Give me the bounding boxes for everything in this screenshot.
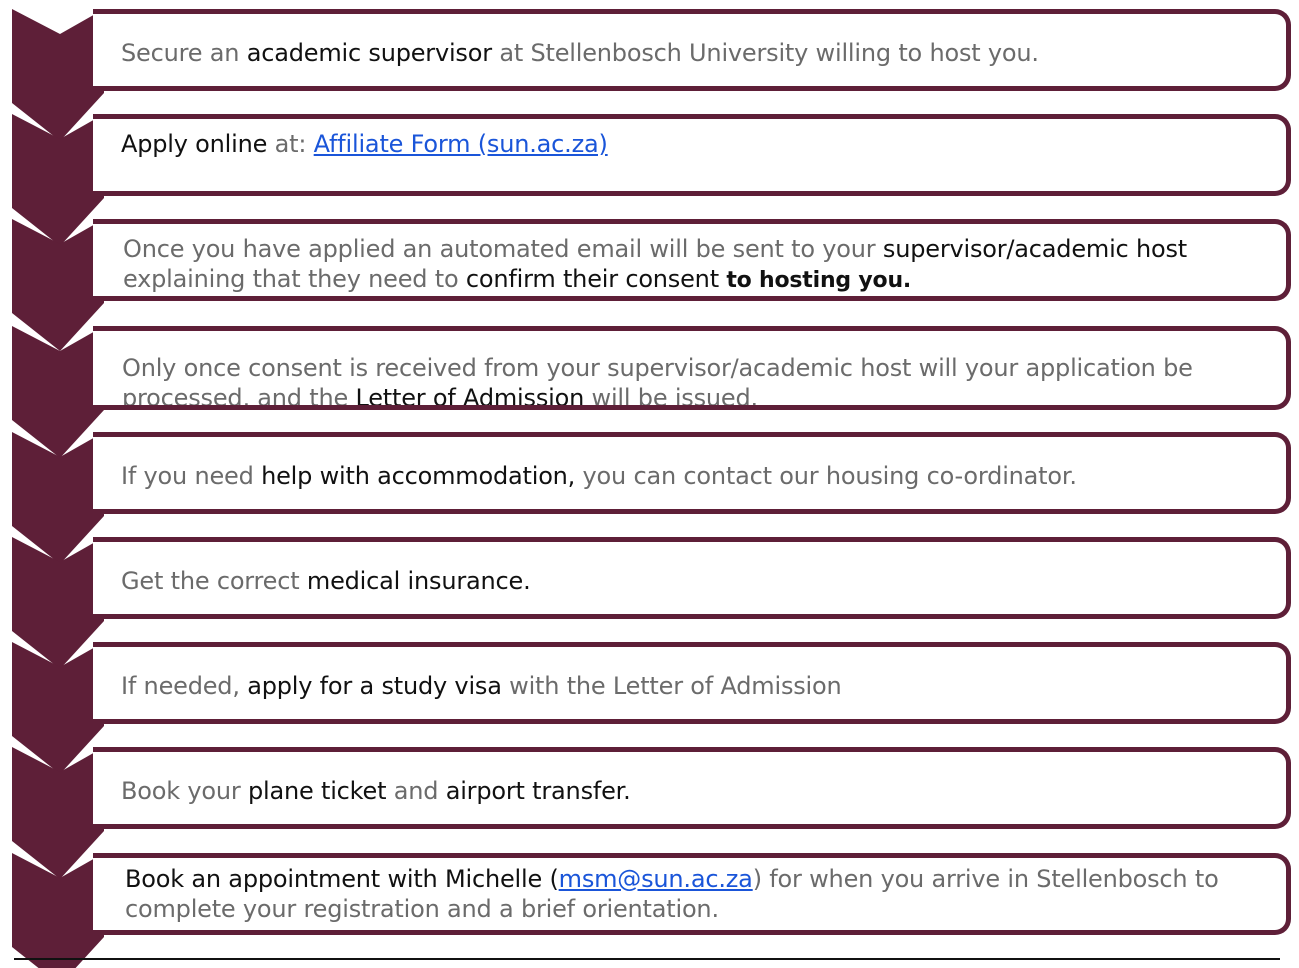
step-4-line-1: Only once consent is received from your … bbox=[122, 353, 1286, 383]
step-3-highlight: supervisor/academic host bbox=[882, 235, 1187, 263]
step-5-text: If you need help with accommodation, you… bbox=[121, 461, 1280, 491]
step-9-line-1: Book an appointment with Michelle (msm@s… bbox=[125, 864, 1280, 894]
step-8-highlight: plane ticket bbox=[247, 777, 387, 805]
step-5-text-part: If you need bbox=[121, 462, 262, 490]
step-3-bold: to hosting you. bbox=[726, 268, 912, 293]
step-8-text-part: Book your bbox=[121, 777, 248, 805]
step-4-text-part: will be issued. bbox=[584, 384, 759, 410]
step-5-text-part: you can contact our housing co-ordinator… bbox=[575, 462, 1077, 490]
step-1-text: Secure an academic supervisor at Stellen… bbox=[121, 38, 1280, 68]
step-6-box: Get the correct medical insurance. bbox=[93, 537, 1291, 619]
step-4-text: Only once consent is received from your … bbox=[122, 353, 1286, 410]
step-6-text: Get the correct medical insurance. bbox=[121, 566, 1280, 596]
step-3-highlight: confirm their consent bbox=[465, 265, 727, 293]
step-7-text-part: with the Letter of Admission bbox=[501, 672, 842, 700]
step-4-box: Only once consent is received from your … bbox=[93, 326, 1291, 410]
step-9-text: Book an appointment with Michelle (msm@s… bbox=[125, 864, 1280, 924]
step-8-text: Book your plane ticket and airport trans… bbox=[121, 776, 1280, 806]
step-5-box: If you need help with accommodation, you… bbox=[93, 432, 1291, 514]
step-4-text-part: Only once consent is received from your … bbox=[122, 354, 1193, 382]
step-4-line-2: processed, and the Letter of Admission w… bbox=[122, 383, 1286, 410]
step-3-text: Once you have applied an automated email… bbox=[123, 234, 1280, 296]
step-7-text: If needed, apply for a study visa with t… bbox=[121, 671, 1280, 701]
step-9-highlight: Book an appointment with Michelle ( bbox=[125, 865, 559, 893]
step-3-text-part: explaining that they need to bbox=[123, 265, 466, 293]
step-1-box: Secure an academic supervisor at Stellen… bbox=[93, 9, 1291, 91]
step-8-highlight: airport transfer. bbox=[445, 777, 631, 805]
affiliate-form-link[interactable]: Affiliate Form (sun.ac.za) bbox=[314, 130, 608, 158]
step-2-text: Apply online at: Affiliate Form (sun.ac.… bbox=[121, 129, 1280, 159]
step-9-box: Book an appointment with Michelle (msm@s… bbox=[93, 853, 1291, 935]
step-8-text-part: and bbox=[386, 777, 446, 805]
step-1-highlight: academic supervisor bbox=[246, 39, 492, 67]
step-7-text-part: If needed, bbox=[121, 672, 248, 700]
step-8-box: Book your plane ticket and airport trans… bbox=[93, 747, 1291, 829]
step-1-text-part: at Stellenbosch University willing to ho… bbox=[491, 39, 1039, 67]
step-2-highlight: Apply online bbox=[121, 130, 268, 158]
step-7-highlight: apply for a study visa bbox=[247, 672, 502, 700]
step-9-line-2: complete your registration and a brief o… bbox=[125, 894, 1280, 924]
step-3-box: Once you have applied an automated email… bbox=[93, 219, 1291, 301]
step-1-text-part: Secure an bbox=[121, 39, 247, 67]
step-4-text-part: processed, and the bbox=[122, 384, 356, 410]
bottom-divider bbox=[14, 958, 1280, 960]
step-3-line-1: Once you have applied an automated email… bbox=[123, 234, 1280, 264]
step-6-text-part: Get the correct bbox=[121, 567, 307, 595]
step-5-highlight: help with accommodation, bbox=[261, 462, 576, 490]
step-9-text-part: ) for when you arrive in Stellenbosch to bbox=[752, 865, 1219, 893]
step-9-text-part: complete your registration and a brief o… bbox=[125, 895, 719, 923]
step-4-highlight: Letter of Admission bbox=[355, 384, 585, 410]
step-3-text-part: Once you have applied an automated email… bbox=[123, 235, 883, 263]
step-6-highlight: medical insurance. bbox=[306, 567, 531, 595]
step-2-text-part: at: bbox=[267, 130, 314, 158]
step-7-box: If needed, apply for a study visa with t… bbox=[93, 642, 1291, 724]
step-2-box: Apply online at: Affiliate Form (sun.ac.… bbox=[93, 114, 1291, 196]
email-link[interactable]: msm@sun.ac.za bbox=[559, 865, 753, 893]
step-3-line-2: explaining that they need to confirm the… bbox=[123, 264, 1280, 296]
